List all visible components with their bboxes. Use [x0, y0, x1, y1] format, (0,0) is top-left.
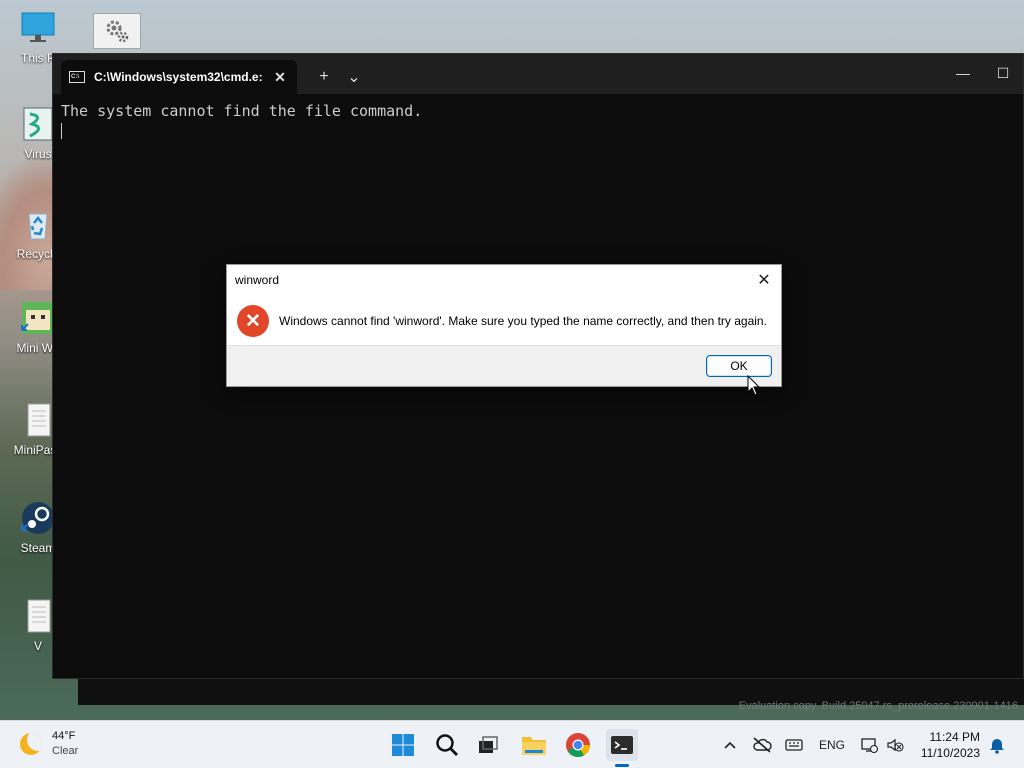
weather-widget[interactable]: 44°F Clear	[20, 729, 78, 759]
settings-shortcut-tile[interactable]	[93, 13, 141, 49]
terminal-icon	[611, 736, 633, 754]
terminal-tab-cmd[interactable]: C:\ C:\Windows\system32\cmd.e: ✕	[61, 60, 297, 94]
recycle-bin-icon	[28, 213, 48, 240]
folder-icon	[522, 737, 546, 755]
moon-icon	[20, 733, 42, 755]
terminal-tab-bar: C:\ C:\Windows\system32\cmd.e: ✕ + ⌄ — ☐	[53, 54, 1023, 94]
steam-icon	[21, 502, 54, 534]
mouse-pointer-icon	[747, 375, 761, 396]
search-icon	[436, 734, 458, 756]
weather-temp: 44°F	[52, 730, 76, 742]
dialog-footer: OK	[227, 345, 781, 386]
clock[interactable]: 11:24 PM 11/10/2023	[921, 729, 980, 761]
dialog-title-bar: winword ✕	[227, 265, 781, 295]
cmd-icon: C:\	[69, 71, 85, 83]
terminal-output[interactable]: The system cannot find the file command.	[53, 94, 1023, 152]
terminal-taskbar-button[interactable]	[606, 729, 638, 767]
keyboard-icon	[785, 739, 803, 751]
touch-keyboard-button[interactable]	[782, 721, 806, 768]
start-button[interactable]	[387, 729, 419, 761]
clock-date: 11/10/2023	[920, 746, 980, 760]
network-status[interactable]	[858, 721, 880, 768]
search-button[interactable]	[431, 729, 463, 761]
volume-status[interactable]	[884, 721, 906, 768]
maximize-button[interactable]: ☐	[983, 60, 1023, 86]
dialog-content: ✕ Windows cannot find 'winword'. Make su…	[227, 295, 781, 347]
active-app-indicator	[615, 764, 629, 767]
network-icon	[861, 738, 878, 753]
file-explorer-button[interactable]	[518, 729, 550, 761]
mini-word-app-icon	[21, 302, 54, 334]
error-icon: ✕	[237, 305, 269, 337]
bell-icon	[990, 739, 1004, 754]
cloud-off-icon	[753, 737, 772, 753]
virus-app-icon	[23, 107, 53, 141]
chevron-up-icon	[724, 741, 736, 749]
document-icon	[27, 599, 51, 633]
text-cursor	[61, 123, 62, 139]
speaker-muted-icon	[887, 738, 904, 752]
dialog-title: winword	[235, 273, 280, 287]
dialog-close-button[interactable]: ✕	[751, 267, 777, 293]
clock-time: 11:24 PM	[929, 730, 980, 744]
monitor-icon	[21, 12, 55, 42]
task-view-button[interactable]	[472, 729, 504, 761]
windows-logo-icon	[392, 734, 414, 756]
error-dialog: winword ✕ ✕ Windows cannot find 'winword…	[226, 264, 782, 387]
document-icon	[27, 403, 51, 437]
evaluation-watermark: Evaluation copy. Build 25947.rs_prerelea…	[738, 700, 1018, 712]
close-icon[interactable]: ✕	[271, 69, 289, 86]
onedrive-status[interactable]	[750, 721, 774, 768]
new-tab-button[interactable]: +	[309, 60, 339, 94]
task-view-icon	[479, 736, 498, 753]
chrome-icon	[566, 733, 590, 758]
gears-icon	[106, 20, 129, 43]
terminal-output-line: The system cannot find the file command.	[61, 102, 423, 120]
show-hidden-icons-button[interactable]	[718, 721, 742, 768]
dialog-message: Windows cannot find 'winword'. Make sure…	[279, 314, 767, 328]
language-indicator[interactable]: ENG	[814, 721, 850, 768]
chevron-down-icon[interactable]: ⌄	[339, 60, 369, 94]
notifications-button[interactable]	[986, 721, 1008, 768]
tab-title: C:\Windows\system32\cmd.e:	[94, 70, 263, 84]
ok-button[interactable]: OK	[706, 355, 772, 377]
weather-condition: Clear	[52, 745, 79, 757]
chrome-button[interactable]	[562, 729, 594, 761]
minimize-button[interactable]: —	[943, 60, 983, 86]
taskbar: 44°F Clear ENG 11:24 PM 11/10/2023	[0, 720, 1024, 768]
